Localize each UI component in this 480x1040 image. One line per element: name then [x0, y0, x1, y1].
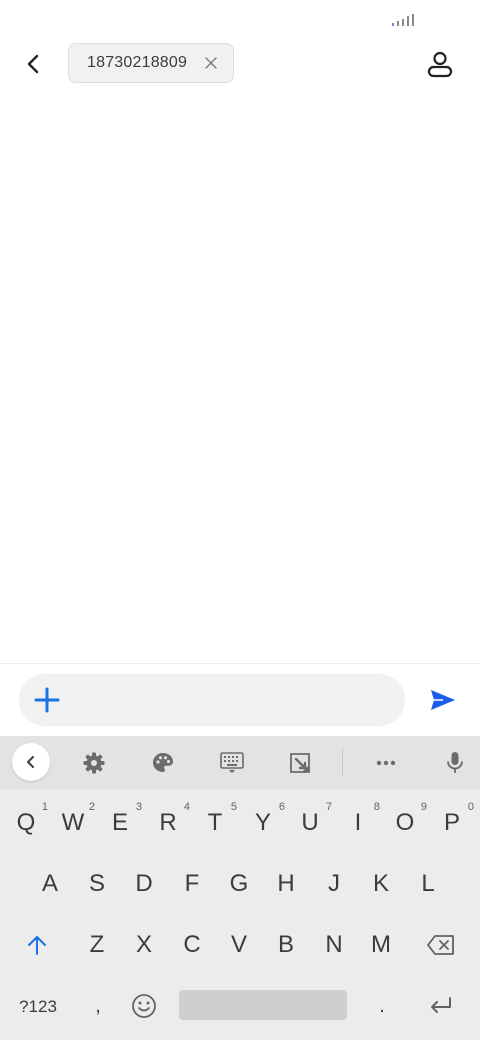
clipboard-button[interactable] [280, 743, 320, 783]
attach-button[interactable] [27, 680, 67, 720]
chevron-left-icon [27, 756, 34, 768]
recipient-chip[interactable]: 18730218809 [68, 43, 234, 83]
voice-input-button[interactable] [435, 743, 475, 783]
plus-icon [34, 687, 60, 713]
contact-icon [427, 51, 453, 78]
send-icon [431, 690, 455, 710]
microphone-icon [447, 752, 463, 773]
send-button[interactable] [420, 680, 466, 720]
key-r[interactable]: R4 [146, 797, 190, 849]
compose-bar [19, 674, 405, 728]
edit-icon [290, 753, 310, 773]
message-thread [0, 92, 480, 663]
key-v[interactable]: V [217, 919, 261, 971]
key-z[interactable]: Z [75, 919, 119, 971]
key-a[interactable]: A [28, 858, 72, 910]
collapse-toolbar-button[interactable] [12, 743, 50, 781]
key-n[interactable]: N [312, 919, 356, 971]
key-d[interactable]: D [122, 858, 166, 910]
emoji-key[interactable] [122, 980, 166, 1032]
keyboard-toolbar [0, 736, 480, 790]
back-arrow-icon [27, 54, 39, 74]
key-o[interactable]: O9 [383, 797, 427, 849]
signal-bars-icon [392, 14, 414, 26]
key-t[interactable]: T5 [193, 797, 237, 849]
recipient-number: 18730218809 [87, 54, 188, 71]
key-e[interactable]: E3 [98, 797, 142, 849]
symbols-key[interactable]: ?123 [14, 980, 62, 1032]
comma-key[interactable]: , [76, 980, 120, 1032]
space-key[interactable] [179, 990, 347, 1020]
key-y[interactable]: Y6 [241, 797, 285, 849]
key-p[interactable]: P0 [430, 797, 474, 849]
enter-key[interactable] [419, 980, 463, 1032]
contact-button[interactable] [418, 42, 462, 86]
enter-icon [431, 997, 451, 1013]
key-h[interactable]: H [264, 858, 308, 910]
theme-button[interactable] [143, 743, 183, 783]
key-c[interactable]: C [170, 919, 214, 971]
key-q[interactable]: Q1 [4, 797, 48, 849]
palette-icon [153, 753, 173, 772]
toolbar-separator [342, 748, 343, 776]
close-icon[interactable] [203, 55, 219, 71]
emoji-icon [132, 994, 156, 1018]
status-bar [0, 0, 480, 36]
gear-icon [83, 752, 105, 774]
key-s[interactable]: S [75, 858, 119, 910]
compose-divider [0, 663, 480, 664]
key-i[interactable]: I8 [336, 797, 380, 849]
shift-arrow-icon [28, 936, 46, 955]
keyboard-icon [220, 752, 244, 773]
key-u[interactable]: U7 [288, 797, 332, 849]
key-x[interactable]: X [122, 919, 166, 971]
key-j[interactable]: J [312, 858, 356, 910]
keyboard: Q1 W2 E3 R4 T5 Y6 U7 I8 O9 P0 A S D F G … [0, 736, 480, 1040]
key-w[interactable]: W2 [51, 797, 95, 849]
back-button[interactable] [12, 42, 56, 86]
key-k[interactable]: K [359, 858, 403, 910]
keyboard-layout-button[interactable] [212, 743, 252, 783]
key-l[interactable]: L [406, 858, 450, 910]
shift-key[interactable] [15, 919, 59, 971]
key-m[interactable]: M [359, 919, 403, 971]
key-b[interactable]: B [264, 919, 308, 971]
key-f[interactable]: F [170, 858, 214, 910]
backspace-key[interactable] [419, 919, 463, 971]
top-app-bar: 18730218809 [0, 36, 480, 92]
key-g[interactable]: G [217, 858, 261, 910]
backspace-icon [427, 935, 454, 955]
period-key[interactable]: . [360, 980, 404, 1032]
message-input[interactable] [79, 674, 399, 728]
keyboard-settings-button[interactable] [74, 743, 114, 783]
more-icon [376, 760, 396, 766]
more-options-button[interactable] [366, 743, 406, 783]
